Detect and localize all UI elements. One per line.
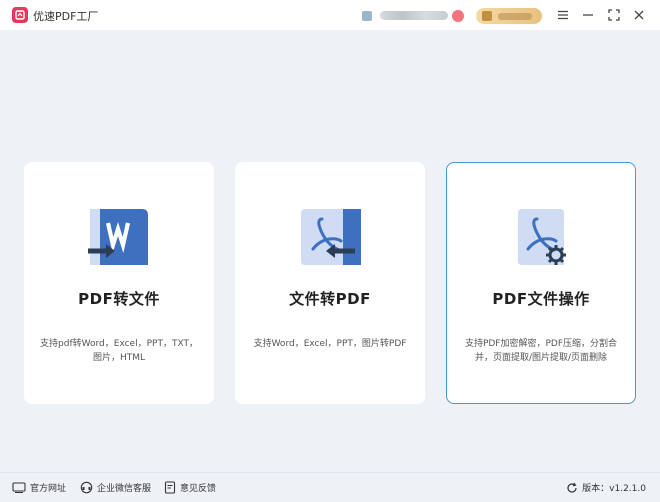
maximize-button[interactable] [605,6,623,24]
wechat-support-link[interactable]: 企业微信客服 [80,481,151,494]
card-description-line: 并，页面提取/图片提取/页面删除 [474,353,608,363]
headset-icon [80,481,93,494]
card-title: 文件转PDF [289,290,371,308]
user-avatar [362,10,372,21]
card-title: PDF转文件 [78,290,160,308]
file-to-pdf-icon [297,203,365,271]
feedback-label: 意见反馈 [180,484,217,494]
vip-icon [482,11,492,21]
menu-button[interactable] [554,6,572,24]
card-description-line: 图片，HTML [92,353,146,363]
card-description: 支持PDF加密解密，PDF压缩，分割合 并，页面提取/图片提取/页面删除 [459,337,623,365]
vip-text-blurred [498,12,532,20]
pdf-operations-icon [508,203,576,271]
minimize-button[interactable] [579,6,597,24]
version-label: 版本：v1.2.1.0 [582,484,646,494]
monitor-icon [12,482,26,493]
card-file-to-pdf[interactable]: 文件转PDF 支持Word，Excel，PPT，图片转PDF [235,162,425,404]
footer: 官方网址 企业微信客服 意见反馈 版本：v1.2.1.0 [0,472,660,502]
official-website-label: 官方网址 [30,484,67,494]
close-button[interactable] [630,6,648,24]
fullscreen-icon [608,9,620,21]
user-account[interactable] [362,8,464,23]
app-title: 优速PDF工厂 [33,10,99,23]
pdf-to-word-icon [86,203,154,271]
card-title: PDF文件操作 [492,290,590,308]
feedback-link[interactable]: 意见反馈 [164,481,216,494]
card-description: 支持Word，Excel，PPT，图片转PDF [248,337,412,351]
official-website-link[interactable]: 官方网址 [12,481,66,494]
card-description: 支持pdf转Word，Excel，PPT，TXT， 图片，HTML [37,337,201,365]
wechat-support-label: 企业微信客服 [97,484,152,494]
user-status-dot [452,9,464,22]
feedback-icon [164,481,176,494]
minimize-icon [583,14,593,16]
vip-badge[interactable] [476,8,542,24]
card-description-line: 支持PDF加密解密，PDF压缩，分割合 [464,339,618,349]
card-pdf-to-file[interactable]: PDF转文件 支持pdf转Word，Excel，PPT，TXT， 图片，HTML [24,162,214,404]
menu-icon [558,10,568,20]
close-icon [634,10,644,20]
card-description-line: 支持pdf转Word，Excel，PPT，TXT， [40,339,198,349]
card-pdf-operations[interactable]: PDF文件操作 支持PDF加密解密，PDF压缩，分割合 并，页面提取/图片提取/… [446,162,636,404]
version-info[interactable]: 版本：v1.2.1.0 [566,481,646,494]
refresh-icon [567,482,577,493]
app-logo-icon [12,7,28,23]
user-name-blurred [379,11,449,20]
title-bar: 优速PDF工厂 [0,0,660,30]
card-description-line: 支持Word，Excel，PPT，图片转PDF [253,339,407,349]
